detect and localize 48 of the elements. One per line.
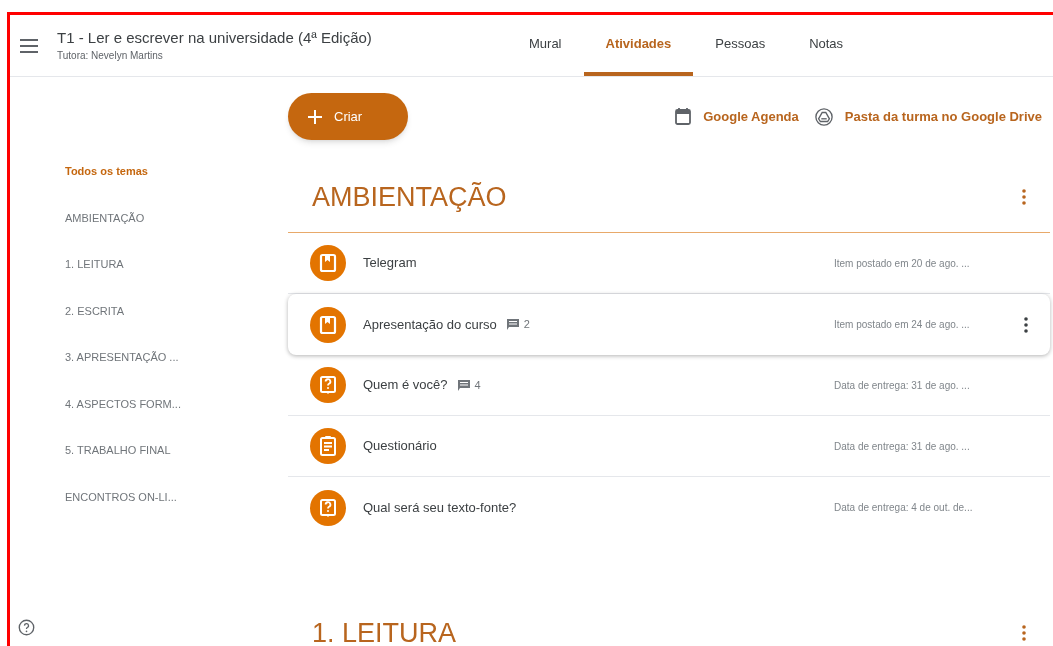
tab[interactable]: Notas — [787, 15, 866, 76]
activity-title: Quem é você? — [363, 376, 448, 395]
section-title: AMBIENTAÇÃO — [312, 183, 507, 211]
topic-link[interactable]: 3. APRESENTAÇÃO ... — [65, 349, 288, 366]
activity-title: Qual será seu texto-fonte? — [363, 498, 517, 517]
activity-row[interactable]: Quem é você? 4 Data de entrega: 31 de ago. ... — [288, 355, 1050, 416]
link[interactable]: Google Agenda — [703, 106, 799, 127]
activity-row[interactable]: Questionário Data de entrega: 31 de ago. ... — [288, 416, 1050, 477]
section-title: 1. LEITURA — [312, 619, 457, 646]
activity-date: Data de entrega: 31 de ago. ... — [834, 439, 971, 454]
menu-icon[interactable] — [20, 38, 38, 53]
activity-row[interactable]: Apresentação do curso 2 Item postado em 24 de ago. ... — [288, 294, 1050, 355]
activity-title: Questionário — [363, 437, 437, 456]
comment-icon — [457, 379, 470, 391]
activity-date: Item postado em 20 de ago. ... — [834, 256, 971, 271]
topic-link[interactable]: 5. TRABALHO FINAL — [65, 442, 288, 459]
activity-date: Data de entrega: 4 de out. de... — [834, 501, 974, 515]
activity-title: Apresentação do curso — [363, 315, 497, 334]
book-icon — [310, 306, 346, 343]
activity-row[interactable]: Qual será seu texto-fonte? Data de entrega: 4 de out. de... — [288, 477, 1050, 538]
activity-date: Item postado em 24 de ago. ... — [834, 318, 971, 332]
help-icon[interactable] — [18, 619, 35, 636]
topic-link[interactable]: Todos os temas — [65, 163, 288, 180]
clipboard-icon — [310, 428, 346, 464]
plus-icon — [308, 109, 322, 124]
book-icon — [310, 245, 346, 281]
drive-icon — [814, 107, 833, 126]
topic-link[interactable]: AMBIENTAÇÃO — [65, 209, 288, 226]
topic-link[interactable]: 2. ESCRITA — [65, 302, 288, 319]
tutor-name: Tutora: Nevelyn Martins — [57, 49, 164, 63]
tab[interactable]: Mural — [507, 15, 584, 76]
comment-icon — [506, 319, 519, 330]
activity-title: Telegram — [363, 254, 417, 273]
link[interactable]: Pasta da turma no Google Drive — [844, 106, 1042, 127]
tab[interactable]: Atividades — [583, 15, 694, 76]
question-icon — [310, 367, 346, 403]
calendar-icon — [675, 108, 692, 125]
topic-link[interactable]: 4. ASPECTOS FORM... — [65, 395, 288, 412]
question-icon — [310, 489, 346, 526]
tab[interactable]: Pessoas — [693, 15, 788, 76]
course-title: T1 - Ler e escrever na universidade (4ª Edição) — [57, 28, 373, 48]
topic-link[interactable]: 1. LEITURA — [65, 256, 288, 273]
comment-count: 2 — [523, 317, 530, 333]
create-button[interactable]: Criar — [288, 93, 408, 140]
more-options-icon[interactable] — [1024, 316, 1028, 333]
topic-link[interactable]: ENCONTROS ON-LI... — [65, 488, 288, 505]
activity-date: Data de entrega: 31 de ago. ... — [834, 378, 971, 393]
comment-count: 4 — [474, 377, 481, 393]
